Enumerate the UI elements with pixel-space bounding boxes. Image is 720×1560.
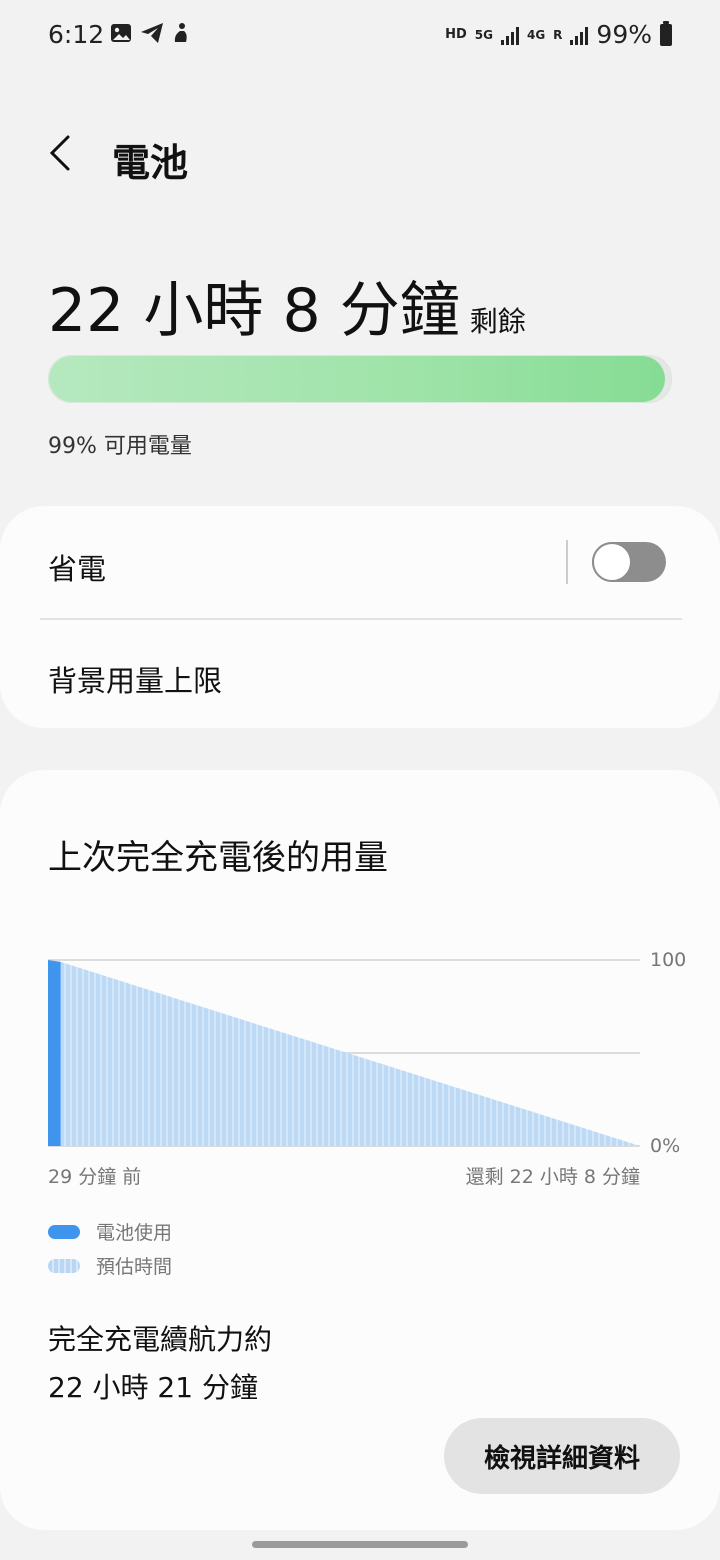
battery-remaining: 22 小時 8 分鐘 剩餘 — [48, 262, 526, 349]
x-start-label: 29 分鐘 前 — [48, 1166, 142, 1188]
battery-level-bar — [48, 355, 672, 403]
image-icon — [110, 22, 132, 44]
chevron-left-icon — [49, 135, 70, 171]
notification-icons — [110, 22, 192, 44]
series-battery-use-area — [48, 960, 61, 1146]
battery-percent: 99% — [596, 20, 652, 49]
usage-card: 上次完全充電後的用量 100 0% 29 分鐘 前 還剩 22 小時 8 分鐘 … — [0, 770, 720, 1530]
full-charge-label: 完全充電續航力約 — [48, 1323, 273, 1356]
legend-battery-use: 電池使用 — [48, 1218, 172, 1245]
legend-swatch-est — [48, 1258, 80, 1273]
hd-indicator: HD — [445, 27, 467, 42]
full-charge-value: 22 小時 21 分鐘 — [48, 1371, 258, 1404]
status-indicators: HD 5G 4G R 99% — [445, 20, 672, 49]
battery-settings-card: 省電 背景用量上限 — [0, 506, 720, 728]
5g-indicator: 5G — [474, 27, 493, 42]
battery-level-fill — [49, 356, 665, 402]
legend-battery-use-label: 電池使用 — [96, 1222, 173, 1244]
battery-icon — [660, 20, 672, 46]
telegram-icon — [140, 22, 163, 44]
x-end-label: 還剩 22 小時 8 分鐘 — [465, 1166, 640, 1188]
signal-icon — [500, 25, 519, 45]
battery-available-text: 99% 可用電量 — [48, 434, 192, 459]
home-indicator[interactable] — [252, 1541, 468, 1548]
toggle-divider — [566, 540, 568, 584]
legend-estimated-time: 預估時間 — [48, 1252, 172, 1279]
roaming-indicator: R — [553, 27, 563, 42]
signal-icon-2 — [570, 25, 589, 45]
y-tick-0: 0% — [650, 1135, 681, 1157]
back-button[interactable] — [36, 128, 86, 178]
legend-swatch-use — [48, 1224, 80, 1239]
status-bar: 6:12 HD 5G 4G R 99% — [0, 0, 720, 72]
legend-estimated-time-label: 預估時間 — [96, 1256, 173, 1278]
page-title: 電池 — [112, 141, 189, 185]
view-details-button[interactable]: 檢視詳細資料 — [444, 1418, 680, 1494]
power-saving-label[interactable]: 省電 — [48, 546, 106, 588]
y-tick-100: 100 — [650, 949, 687, 971]
usage-chart[interactable] — [0, 770, 720, 1200]
4g-indicator: 4G — [526, 27, 546, 42]
app-header: 電池 — [0, 110, 720, 200]
view-details-label: 檢視詳細資料 — [483, 1443, 640, 1474]
background-usage-limit-item[interactable]: 背景用量上限 — [48, 658, 222, 700]
remaining-suffix: 剩餘 — [469, 305, 526, 338]
status-time: 6:12 — [48, 20, 105, 49]
row-divider — [40, 618, 682, 620]
accessibility-icon — [170, 22, 192, 44]
remaining-time: 22 小時 8 分鐘 — [48, 276, 460, 346]
power-saving-toggle[interactable] — [592, 542, 666, 582]
toggle-knob — [592, 542, 632, 582]
